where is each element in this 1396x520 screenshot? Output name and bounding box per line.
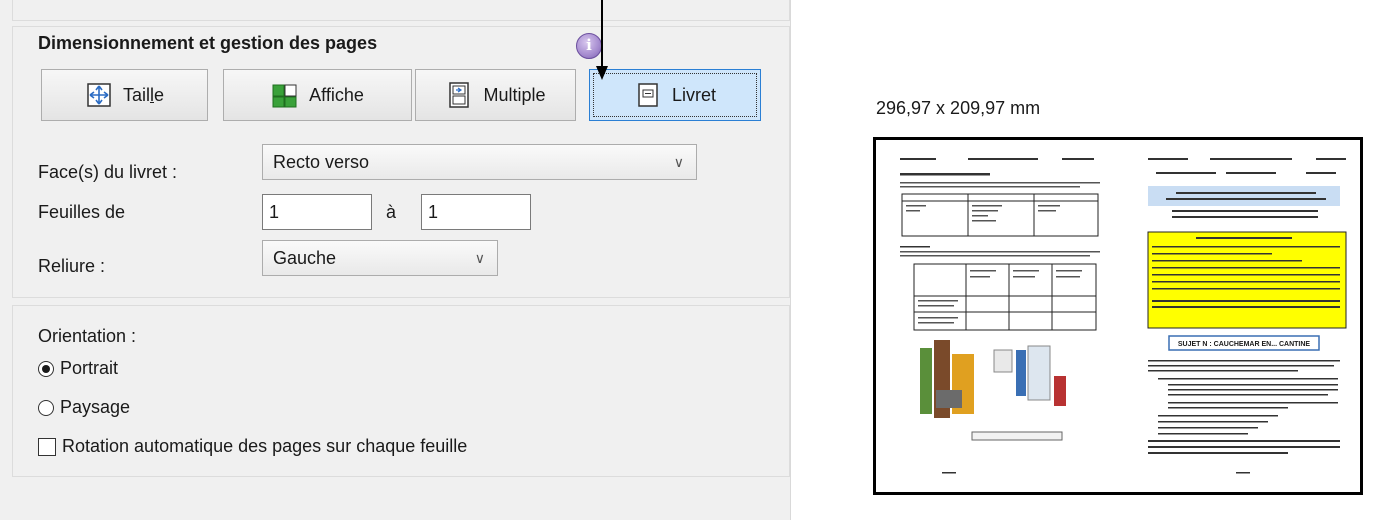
auto-rotate-checkbox[interactable]: Rotation automatique des pages sur chaqu…: [38, 436, 467, 457]
size-mode-label: Taille: [122, 84, 165, 105]
portrait-label: Portrait: [60, 358, 119, 378]
booklet-faces-label: Face(s) du livret :: [38, 162, 178, 182]
page-dimensions: 296,97 x 209,97 mm: [876, 98, 1041, 118]
previous-group-edge: [12, 0, 790, 21]
sheets-to-label: à: [386, 202, 397, 222]
multiple-mode-label: Multiple: [483, 84, 546, 105]
size-mode-button[interactable]: Taille: [41, 69, 208, 121]
info-icon[interactable]: i: [576, 33, 602, 59]
poster-mode-button[interactable]: Affiche: [223, 69, 412, 121]
subject-title: SUJET N : CAUCHEMAR EN... CANTINE: [1178, 341, 1311, 348]
portrait-radio[interactable]: Portrait: [38, 358, 118, 379]
radio-checked-icon: [38, 360, 54, 377]
landscape-label: Paysage: [60, 397, 131, 417]
binding-label: Reliure :: [38, 256, 106, 276]
booklet-preview-drawing: SUJET N : CAUCHEMAR EN... CANTINE: [900, 158, 1347, 474]
auto-rotate-label: Rotation automatique des pages sur chaqu…: [62, 436, 468, 456]
binding-select[interactable]: Gauche ∨: [262, 240, 498, 276]
page-sizing-title: Dimensionnement et gestion des pages: [38, 33, 378, 53]
booklet-mode-label: Livret: [671, 84, 716, 105]
chevron-down-icon: ∨: [474, 250, 485, 266]
orientation-label: Orientation :: [38, 326, 137, 346]
radio-unchecked-icon: [38, 399, 54, 416]
booklet-mode-button[interactable]: Livret: [589, 69, 761, 121]
booklet-icon: [638, 83, 658, 107]
multiple-pages-icon: [449, 82, 470, 108]
booklet-faces-select[interactable]: Recto verso ∨: [262, 144, 697, 180]
binding-value: Gauche: [273, 248, 337, 268]
booklet-faces-value: Recto verso: [273, 152, 370, 172]
checkbox-icon: [38, 437, 56, 456]
booklet-preview: SUJET N : CAUCHEMAR EN... CANTINE: [873, 137, 1363, 495]
sheets-to-input[interactable]: 1: [421, 194, 531, 230]
chevron-down-icon: ∨: [673, 154, 684, 170]
poster-icon: [272, 84, 297, 108]
resize-icon: [87, 83, 111, 107]
options-panel: Dimensionnement et gestion des pages i T…: [0, 0, 790, 520]
poster-mode-label: Affiche: [309, 84, 364, 105]
right-page: SUJET N : CAUCHEMAR EN... CANTINE: [1147, 186, 1347, 474]
sheets-from-input[interactable]: 1: [262, 194, 372, 230]
sheets-label: Feuilles de: [38, 202, 126, 222]
landscape-radio[interactable]: Paysage: [38, 397, 130, 418]
multiple-mode-button[interactable]: Multiple: [415, 69, 576, 121]
